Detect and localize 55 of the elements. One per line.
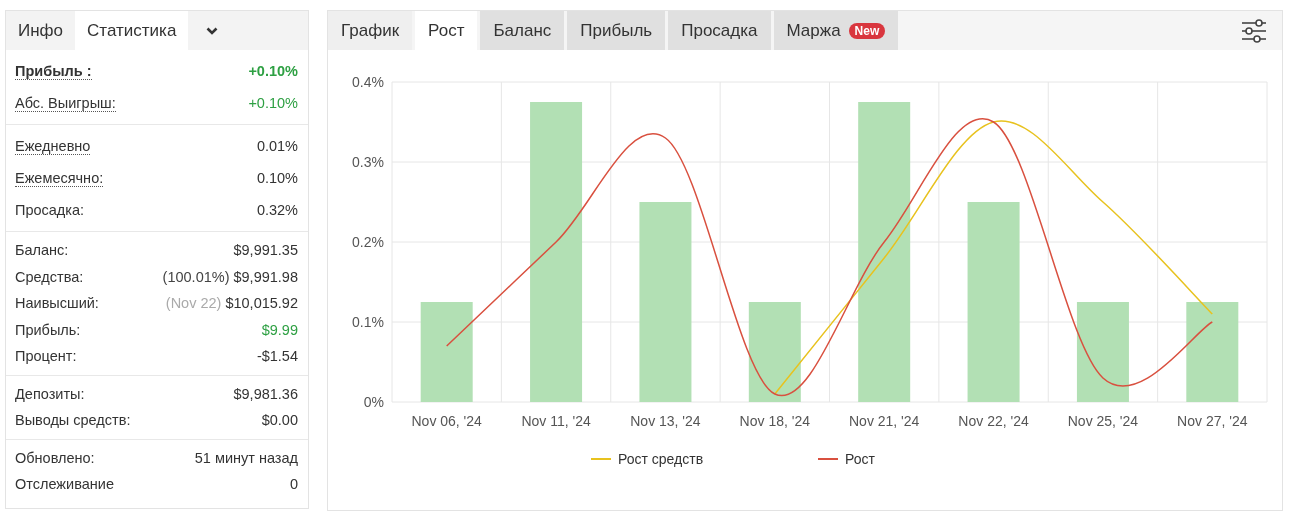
y-axis-label: 0.4% (352, 74, 384, 90)
x-axis-label: Nov 25, '24 (1067, 413, 1139, 429)
x-axis-label: Nov 27, '24 (1177, 413, 1248, 429)
y-axis-label: 0.2% (352, 234, 384, 250)
stat-label: Абс. Выигрыш: (15, 94, 116, 112)
stat-value: 0.10% (256, 170, 298, 186)
stat-value: 0 (289, 476, 298, 493)
x-axis-label: Nov 18, '24 (739, 413, 810, 429)
stat-value: +0.10% (248, 95, 298, 111)
settings-icon (1240, 18, 1268, 43)
stat-value: 0.01% (256, 138, 298, 154)
tab[interactable]: Прибыль (567, 11, 666, 50)
y-axis-label: 0.1% (352, 314, 384, 330)
x-axis-label: Nov 13, '24 (630, 413, 701, 429)
stat-value: +0.10% (248, 63, 298, 79)
stat-value: $10,015.92 (225, 295, 298, 312)
stat-label: Процент: (15, 348, 77, 365)
tab[interactable]: Статистика (75, 11, 189, 50)
tab[interactable]: Рост (415, 11, 478, 50)
stat-note: (100.01%) (162, 268, 230, 285)
x-axis-label: Nov 11, '24 (521, 413, 591, 429)
y-axis-label: 0.3% (352, 154, 384, 170)
tab[interactable]: Баланс (480, 11, 565, 50)
x-axis-label: Nov 22, '24 (958, 413, 1029, 429)
x-axis-label: Nov 21, '24 (849, 413, 920, 429)
new-badge: New (848, 22, 886, 39)
stat-label: Ежедневно (15, 137, 91, 155)
stat-label: Обновлено: (15, 449, 95, 466)
stat-label: Средства: (15, 268, 84, 285)
stat-label: Баланс: (15, 242, 69, 259)
stat-label: Прибыль : (15, 62, 92, 80)
stat-label: Наивысший: (15, 295, 99, 312)
stat-value: $9.99 (261, 321, 298, 338)
legend-label[interactable]: Рост средств (618, 451, 704, 467)
tab[interactable]: Просадка (668, 11, 771, 50)
chevron-down-icon (206, 26, 219, 35)
y-axis-label: 0% (363, 394, 384, 410)
stat-label: Отслеживание (15, 476, 114, 493)
stat-value: $9,991.35 (233, 242, 298, 259)
stat-value: $9,981.36 (233, 385, 298, 402)
stat-label: Ежемесячно: (15, 169, 104, 187)
x-axis-label: Nov 06, '24 (411, 413, 482, 429)
legend-label[interactable]: Рост (845, 451, 875, 467)
stat-label: Депозиты: (15, 385, 85, 402)
stat-value: 0.32% (256, 202, 298, 218)
tab[interactable]: Маржа New (773, 11, 899, 50)
stat-value: 51 минут назад (194, 449, 298, 466)
stat-value: $9,991.98 (233, 268, 298, 285)
stat-note: (Nov 22) (165, 295, 222, 312)
stat-label: Выводы средств: (15, 412, 131, 429)
stat-value: $0.00 (261, 412, 298, 429)
stat-value: -$1.54 (256, 348, 298, 365)
stat-label: Прибыль: (15, 321, 81, 338)
stat-label: Просадка: (15, 202, 85, 218)
tab[interactable]: График (328, 11, 413, 50)
